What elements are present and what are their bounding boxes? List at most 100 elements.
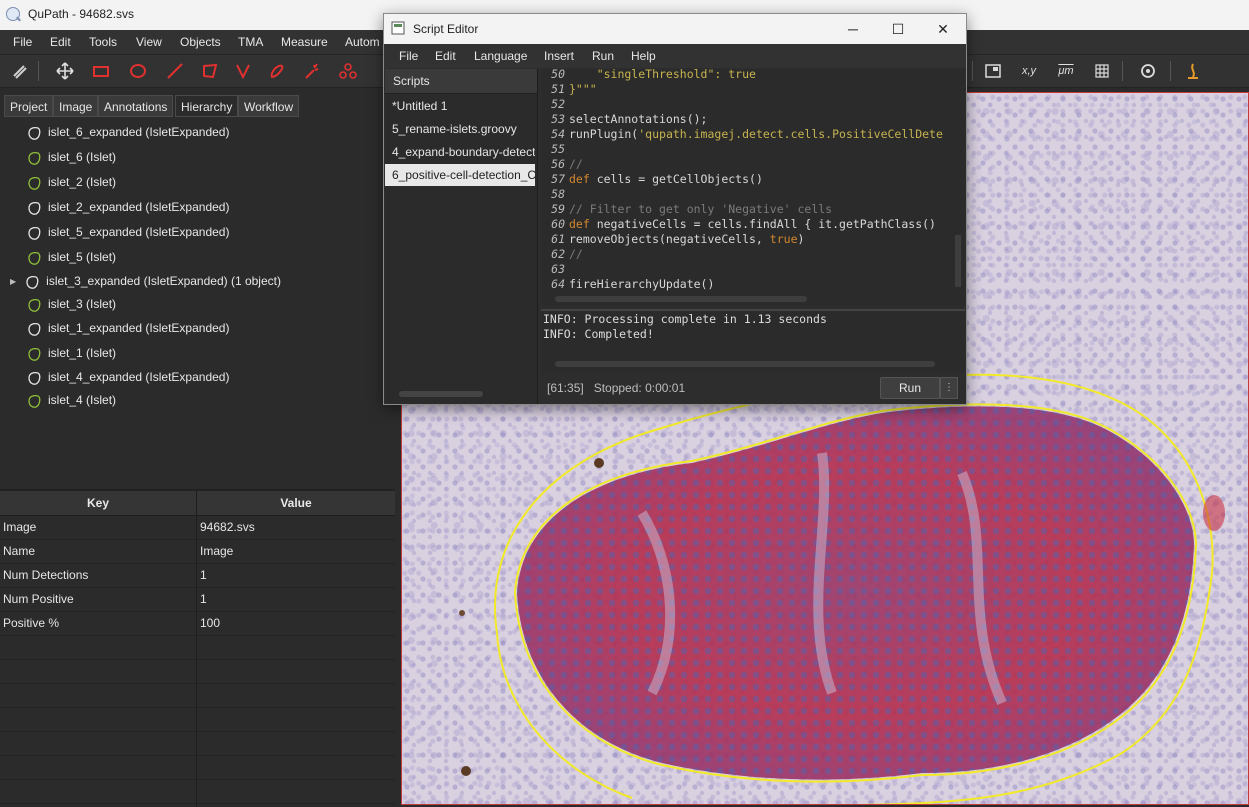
table-key: Image	[3, 520, 37, 534]
menu-measure[interactable]: Measure	[281, 35, 328, 49]
hierarchy-item[interactable]: islet_1_expanded (IsletExpanded)	[10, 318, 229, 338]
line-number: 53	[551, 112, 565, 126]
menu-edit[interactable]: Edit	[50, 35, 71, 49]
expanded-shape-icon	[28, 226, 41, 240]
key-column-header[interactable]: Key	[0, 491, 196, 516]
hierarchy-item[interactable]: islet_6 (Islet)	[10, 147, 116, 167]
menu-file[interactable]: File	[13, 35, 32, 49]
tab-hierarchy[interactable]: Hierarchy	[175, 95, 239, 117]
scripts-scrollbar[interactable]	[399, 391, 483, 397]
code-line: 51}"""	[541, 82, 597, 97]
expand-triangle-icon[interactable]: ▶	[10, 277, 16, 286]
table-value: 100	[200, 616, 221, 630]
polyline-tool-icon[interactable]	[230, 59, 256, 83]
code-token: "singleThreshold": true	[569, 69, 756, 81]
cursor-location-button[interactable]: x,y	[1016, 59, 1042, 83]
tab-project[interactable]: Project	[4, 95, 54, 117]
table-row[interactable]: Image 94682.svs	[0, 515, 395, 540]
code-line: 50 "singleThreshold": true	[541, 69, 756, 82]
hierarchy-item[interactable]: islet_5 (Islet)	[10, 247, 116, 267]
hierarchy-item[interactable]: islet_2_expanded (IsletExpanded)	[10, 197, 229, 217]
line-number: 63	[551, 262, 565, 276]
ellipse-tool-icon[interactable]	[125, 59, 151, 83]
hierarchy-item-label: islet_4 (Islet)	[48, 393, 117, 407]
table-row[interactable]: Num Positive 1	[0, 587, 395, 612]
table-row[interactable]: Name Image	[0, 539, 395, 564]
hierarchy-item[interactable]: islet_2 (Islet)	[10, 172, 116, 192]
script-item[interactable]: *Untitled 1	[385, 95, 535, 117]
hierarchy-item[interactable]: islet_6_expanded (IsletExpanded)	[10, 122, 229, 142]
menu-tools[interactable]: Tools	[89, 35, 117, 49]
hierarchy-item[interactable]: ▶ islet_3_expanded (IsletExpanded) (1 obj…	[10, 271, 281, 291]
code-token: true	[769, 232, 798, 246]
overview-icon[interactable]	[980, 59, 1006, 83]
hierarchy-item[interactable]: islet_1 (Islet)	[10, 343, 116, 363]
code-horizontal-scrollbar[interactable]	[555, 296, 807, 302]
table-row-empty	[0, 683, 395, 708]
script-item[interactable]: 5_rename-islets.groovy	[385, 118, 535, 140]
script-item[interactable]: 4_expand-boundary-detect	[385, 141, 535, 163]
hierarchy-item[interactable]: islet_5_expanded (IsletExpanded)	[10, 222, 229, 242]
script-editor-title-bar: Script Editor ─ ☐ ✕	[384, 14, 966, 44]
scripts-header: Scripts	[385, 69, 537, 94]
line-number: 62	[551, 247, 565, 261]
minimize-icon[interactable]: ─	[830, 14, 876, 44]
value-column-header[interactable]: Value	[197, 491, 395, 516]
move-tool-icon[interactable]	[52, 59, 78, 83]
se-menu-edit[interactable]: Edit	[435, 49, 456, 63]
table-key: Num Positive	[3, 592, 74, 606]
menu-automate[interactable]: Autom	[345, 35, 380, 49]
islet-shape-icon	[28, 176, 41, 190]
run-button[interactable]: Run	[880, 377, 940, 399]
table-row-empty	[0, 635, 395, 660]
rectangle-tool-icon[interactable]	[88, 59, 114, 83]
code-token: def	[569, 217, 590, 231]
code-line: 57 def cells = getCellObjects()	[541, 172, 763, 187]
tab-annotations[interactable]: Annotations	[98, 95, 174, 117]
measurement-table: Key Value Image 94682.svs Name Image Num…	[0, 489, 395, 807]
table-row-empty	[0, 707, 395, 732]
log-viewer-icon[interactable]	[1180, 59, 1206, 83]
script-item-selected[interactable]: 6_positive-cell-detection_C	[385, 164, 535, 186]
table-key: Num Detections	[3, 568, 89, 582]
points-tool-icon[interactable]	[335, 59, 361, 83]
console-output[interactable]: INFO: Processing complete in 1.13 second…	[541, 309, 965, 373]
code-vertical-scrollbar[interactable]	[955, 235, 961, 287]
hierarchy-item-label: islet_1 (Islet)	[48, 346, 117, 360]
script-editor-title: Script Editor	[413, 22, 479, 36]
code-line: 58	[541, 187, 569, 202]
brightness-contrast-icon[interactable]	[6, 59, 32, 83]
hierarchy-item[interactable]: islet_3 (Islet)	[10, 294, 116, 314]
hierarchy-item[interactable]: islet_4_expanded (IsletExpanded)	[10, 367, 229, 387]
wand-tool-icon[interactable]	[299, 59, 325, 83]
maximize-icon[interactable]: ☐	[875, 14, 921, 44]
code-editor[interactable]: 50 "singleThreshold": true 51}""" 52 53 sele…	[541, 69, 965, 305]
console-scrollbar[interactable]	[555, 361, 935, 367]
tab-image[interactable]: Image	[53, 95, 99, 117]
expanded-shape-icon	[28, 371, 41, 385]
scalebar-button[interactable]: μm	[1053, 59, 1079, 83]
menu-tma[interactable]: TMA	[238, 35, 263, 49]
se-menu-language[interactable]: Language	[474, 49, 527, 63]
se-menu-run[interactable]: Run	[592, 49, 614, 63]
settings-gear-icon[interactable]	[1135, 59, 1161, 83]
table-row[interactable]: Num Detections 1	[0, 563, 395, 588]
tab-workflow[interactable]: Workflow	[238, 95, 300, 117]
code-token: //	[569, 157, 583, 171]
code-token: selectAnnotations();	[569, 112, 708, 126]
polygon-tool-icon[interactable]	[197, 59, 223, 83]
hierarchy-item[interactable]: islet_4 (Islet)	[10, 390, 116, 410]
se-menu-file[interactable]: File	[399, 49, 418, 63]
line-tool-icon[interactable]	[162, 59, 188, 83]
positive-cell-detection	[1203, 495, 1225, 531]
menu-view[interactable]: View	[136, 35, 162, 49]
se-menu-help[interactable]: Help	[631, 49, 656, 63]
grid-icon[interactable]	[1089, 59, 1115, 83]
menu-objects[interactable]: Objects	[180, 35, 221, 49]
brush-tool-icon[interactable]	[264, 59, 290, 83]
se-menu-insert[interactable]: Insert	[544, 49, 574, 63]
table-row[interactable]: Positive % 100	[0, 611, 395, 636]
run-options-button[interactable]: ⋮	[940, 377, 958, 399]
script-status-bar: [61:35] Stopped: 0:00:01 Run ⋮	[541, 374, 965, 404]
close-icon[interactable]: ✕	[920, 14, 966, 44]
